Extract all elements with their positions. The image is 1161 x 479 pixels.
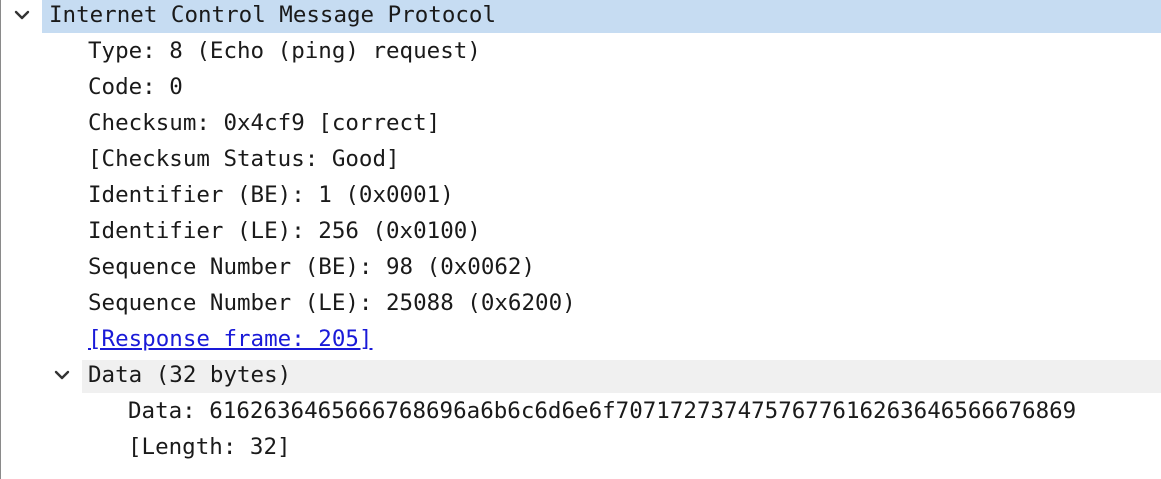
tree-node-data[interactable]: Data (32 bytes)	[0, 360, 1161, 396]
tree-field-sequence-le[interactable]: Sequence Number (LE): 25088 (0x6200)	[0, 288, 1161, 324]
tree-field-length[interactable]: [Length: 32]	[0, 432, 1161, 468]
field-text: Checksum: 0x4cf9 [correct]	[88, 110, 441, 136]
field-text: Identifier (LE): 256 (0x0100)	[88, 218, 481, 244]
chevron-down-icon[interactable]	[13, 6, 31, 24]
tree-field-code[interactable]: Code: 0	[0, 72, 1161, 108]
field-text: Sequence Number (BE): 98 (0x0062)	[88, 254, 536, 280]
tree-field-identifier-be[interactable]: Identifier (BE): 1 (0x0001)	[0, 180, 1161, 216]
field-text: Sequence Number (LE): 25088 (0x6200)	[88, 290, 576, 316]
field-text: Type: 8 (Echo (ping) request)	[88, 38, 481, 64]
field-text: [Length: 32]	[128, 434, 291, 460]
chevron-down-icon[interactable]	[53, 366, 71, 384]
tree-field-type[interactable]: Type: 8 (Echo (ping) request)	[0, 36, 1161, 72]
tree-node-label: Internet Control Message Protocol	[49, 2, 497, 28]
field-text: Identifier (BE): 1 (0x0001)	[88, 182, 454, 208]
tree-field-checksum[interactable]: Checksum: 0x4cf9 [correct]	[0, 108, 1161, 144]
field-text: [Checksum Status: Good]	[88, 146, 400, 172]
tree-field-sequence-be[interactable]: Sequence Number (BE): 98 (0x0062)	[0, 252, 1161, 288]
response-frame-link[interactable]: [Response frame: 205]	[88, 321, 372, 357]
field-text: Code: 0	[88, 74, 183, 100]
tree-field-identifier-le[interactable]: Identifier (LE): 256 (0x0100)	[0, 216, 1161, 252]
field-text: Data: 6162636465666768696a6b6c6d6e6f7071…	[128, 398, 1077, 424]
tree-field-checksum-status[interactable]: [Checksum Status: Good]	[0, 144, 1161, 180]
tree-field-data-bytes[interactable]: Data: 6162636465666768696a6b6c6d6e6f7071…	[0, 396, 1161, 432]
tree-node-label: Data (32 bytes)	[88, 362, 292, 388]
tree-field-response-frame[interactable]: [Response frame: 205]	[0, 324, 1161, 360]
tree-node-icmp[interactable]: Internet Control Message Protocol	[0, 0, 1161, 36]
packet-details-tree: Internet Control Message Protocol Type: …	[0, 0, 1161, 479]
